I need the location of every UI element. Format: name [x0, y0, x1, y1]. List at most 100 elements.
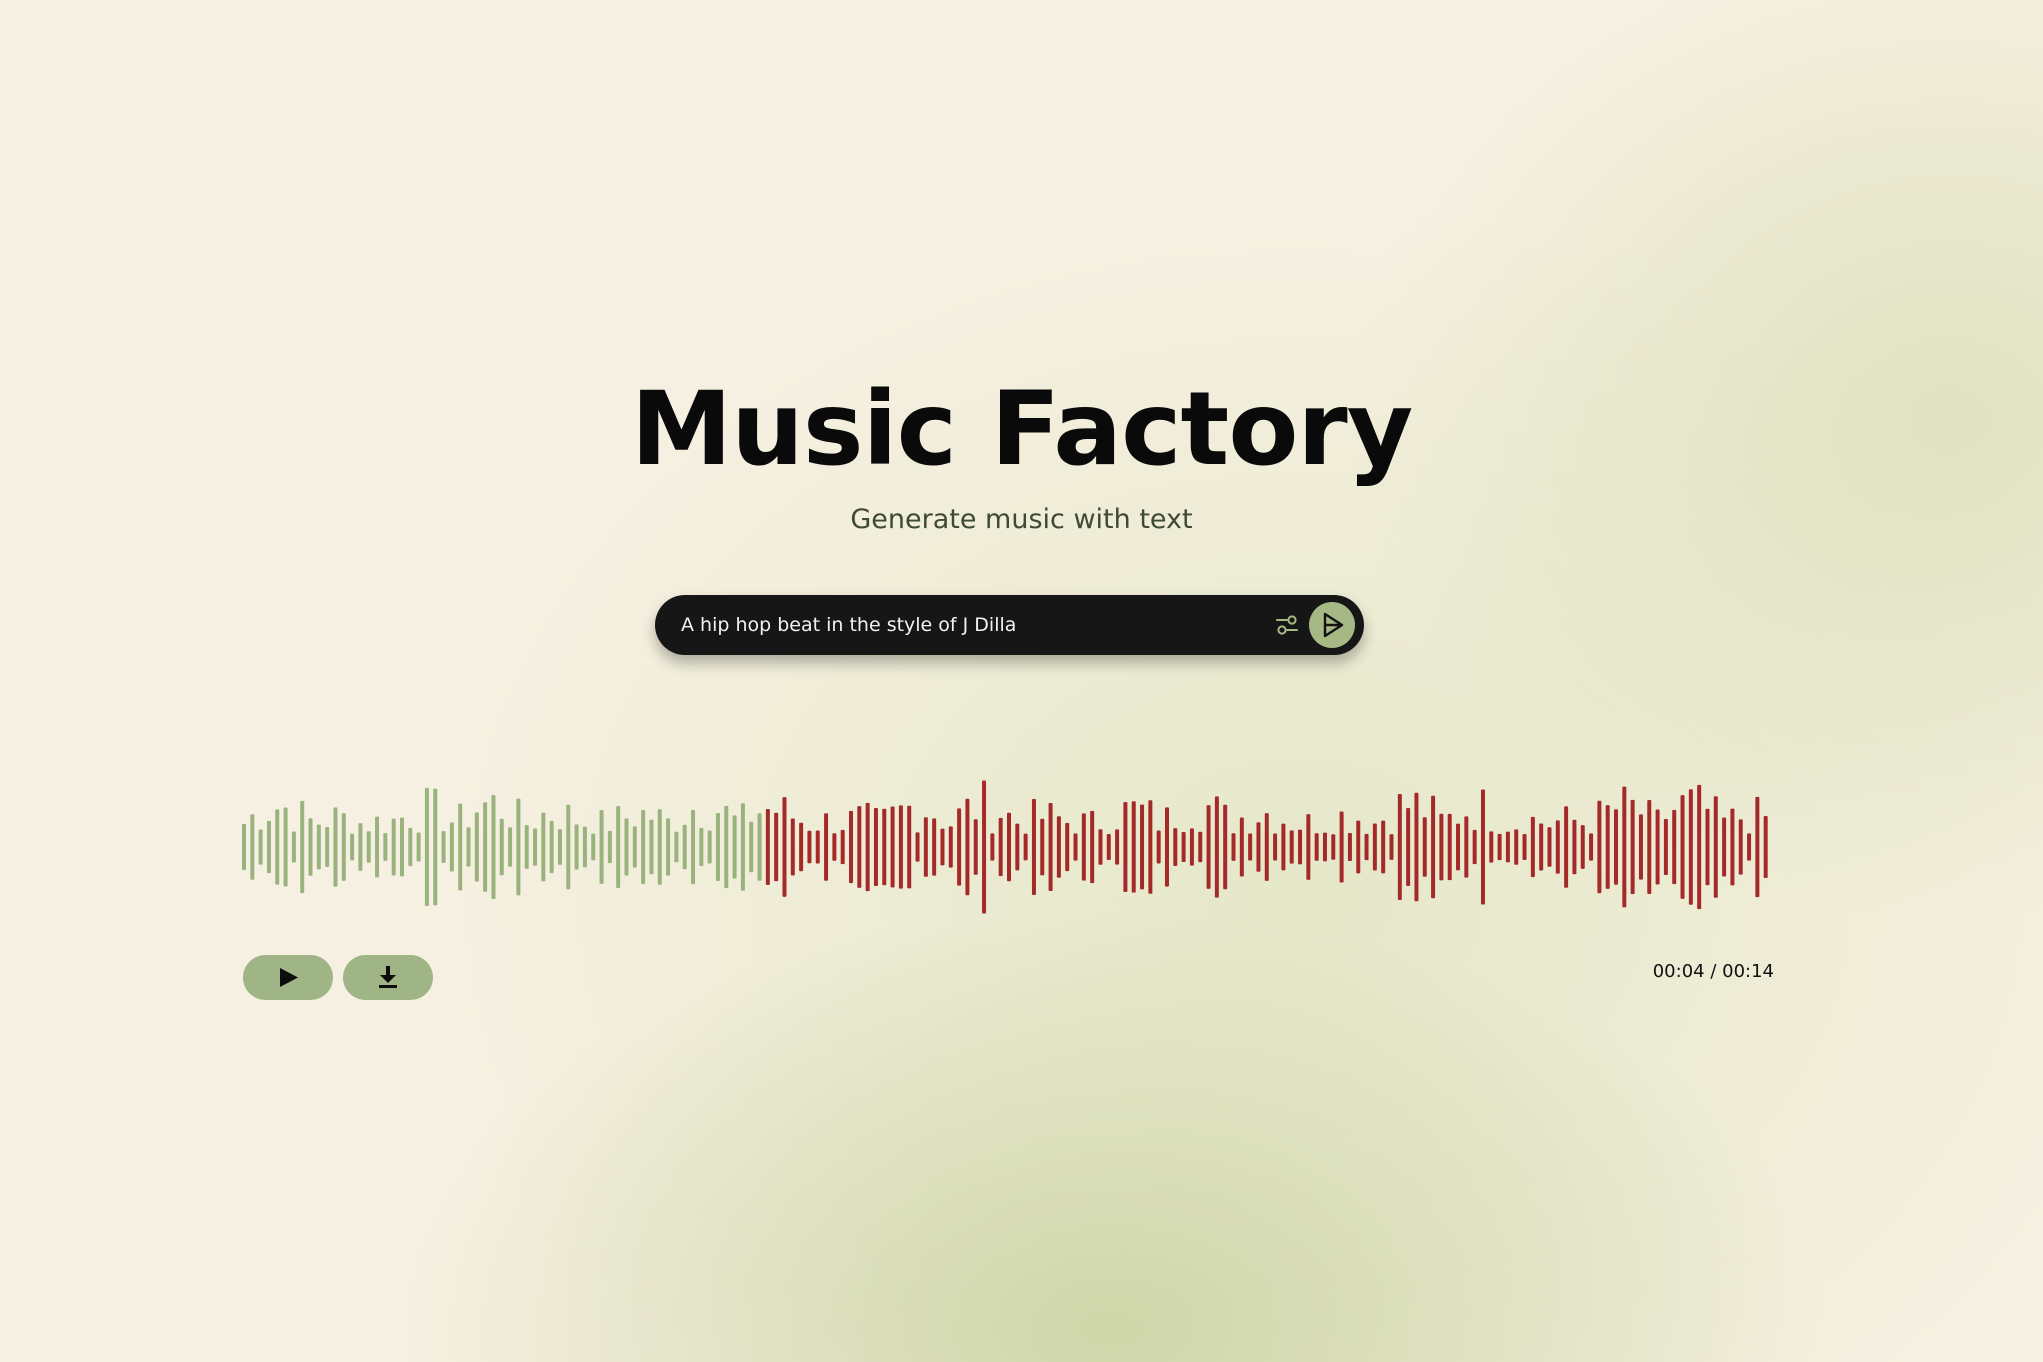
waveform-bar-played: [491, 795, 496, 899]
waveform-bar: [824, 813, 829, 881]
settings-button[interactable]: [1274, 612, 1300, 638]
waveform-bar: [1447, 813, 1452, 881]
waveform-bar: [1015, 823, 1020, 871]
waveform-bar: [1638, 814, 1643, 880]
time-display: 00:04 / 00:14: [1652, 961, 1774, 982]
waveform-bar: [1322, 832, 1327, 862]
waveform-bar: [1115, 829, 1120, 865]
send-button[interactable]: [1309, 602, 1355, 648]
waveform-bar: [1397, 793, 1402, 901]
waveform-bar-played: [516, 798, 521, 896]
waveform-bar: [1713, 796, 1718, 898]
waveform-bar: [1589, 833, 1594, 861]
waveform-bar: [982, 780, 987, 914]
waveform-bar: [1497, 833, 1502, 861]
waveform-bar-played: [250, 814, 255, 880]
waveform-bar: [990, 833, 995, 861]
waveform-bar: [973, 819, 978, 875]
waveform-bar-played: [283, 807, 288, 887]
waveform-bar-played: [649, 819, 654, 875]
waveform-bar: [1073, 833, 1078, 861]
waveform-bar: [1206, 805, 1211, 889]
waveform-bar-played: [499, 818, 504, 876]
waveform-bar: [1730, 808, 1735, 886]
waveform-bar: [932, 818, 937, 876]
waveform-bar: [1688, 789, 1693, 905]
waveform-bar-played: [433, 788, 438, 906]
waveform-bar: [1306, 814, 1311, 880]
waveform-bar-played: [757, 813, 762, 881]
download-button[interactable]: [343, 955, 433, 1000]
waveform-bar: [1555, 820, 1560, 874]
waveform-bar: [857, 806, 862, 888]
waveform-bar: [1214, 796, 1219, 898]
waveform-bar-played: [524, 825, 529, 869]
waveform-bar: [1514, 829, 1519, 865]
prompt-input[interactable]: [681, 595, 1241, 655]
waveform-bar: [832, 833, 837, 861]
waveform-bar: [799, 822, 804, 872]
waveform-bar-played: [408, 827, 413, 867]
waveform-bar: [1098, 829, 1103, 865]
waveform-bar: [1647, 800, 1652, 894]
waveform-bar-played: [624, 818, 629, 876]
waveform-bar: [1239, 817, 1244, 877]
play-button[interactable]: [243, 955, 333, 1000]
waveform-bar: [1655, 809, 1660, 885]
waveform-bar: [1181, 832, 1186, 862]
waveform-bar: [1663, 818, 1668, 876]
waveform-bar: [1414, 792, 1419, 902]
waveform-bar: [1189, 828, 1194, 866]
waveform-bar-played: [458, 803, 463, 891]
waveform-bar-played: [541, 812, 546, 882]
waveform-bar-played: [325, 827, 330, 867]
waveform-bar-played: [375, 816, 380, 878]
waveform-bar: [1314, 833, 1319, 861]
waveform-bar-played: [566, 804, 571, 890]
waveform-bar: [1056, 816, 1061, 878]
waveform-bar-played: [632, 826, 637, 868]
waveform-bar: [998, 817, 1003, 877]
waveform-bar: [1597, 800, 1602, 894]
waveform-bar-played: [724, 805, 729, 889]
waveform-bar-played: [607, 830, 612, 864]
waveform-bar-played: [682, 824, 687, 870]
waveform-bar: [1231, 833, 1236, 861]
page-subtitle: Generate music with text: [850, 504, 1193, 535]
waveform-bar: [1680, 795, 1685, 899]
waveform-bar-played: [466, 827, 471, 867]
waveform-bar: [1572, 819, 1577, 875]
waveform-bar-played: [258, 829, 263, 865]
waveform-bar: [1464, 816, 1469, 878]
waveform-bar: [923, 817, 928, 877]
waveform-bar: [815, 830, 820, 864]
waveform[interactable]: [242, 772, 1772, 922]
waveform-bar-played: [474, 812, 479, 882]
waveform-bar: [790, 818, 795, 876]
waveform-bar: [873, 807, 878, 886]
waveform-bar-played: [582, 826, 587, 868]
waveform-bar: [1164, 807, 1169, 887]
waveform-bar: [774, 812, 779, 882]
waveform-bar-played: [308, 818, 313, 876]
waveform-bar: [1339, 811, 1344, 883]
waveform-bar-played: [549, 820, 554, 874]
waveform-bar-played: [242, 823, 246, 871]
waveform-bar-played: [483, 802, 488, 892]
waveform-bar-played: [424, 787, 429, 907]
waveform-bar: [1007, 812, 1011, 882]
waveform-bar: [1123, 802, 1128, 892]
waveform-bar-played: [350, 833, 355, 861]
waveform-bar: [1431, 795, 1436, 899]
waveform-bar: [1439, 813, 1444, 881]
waveform-bar-played: [691, 809, 696, 885]
waveform-bar: [1173, 828, 1178, 866]
waveform-bar: [1131, 801, 1136, 893]
waveform-bar: [849, 810, 854, 884]
waveform-bar: [1547, 827, 1552, 867]
waveform-bar: [1372, 823, 1377, 871]
waveform-bar-played: [591, 833, 596, 861]
waveform-bar: [907, 805, 912, 889]
waveform-bar: [1580, 825, 1585, 869]
waveform-bar-played: [574, 824, 579, 870]
